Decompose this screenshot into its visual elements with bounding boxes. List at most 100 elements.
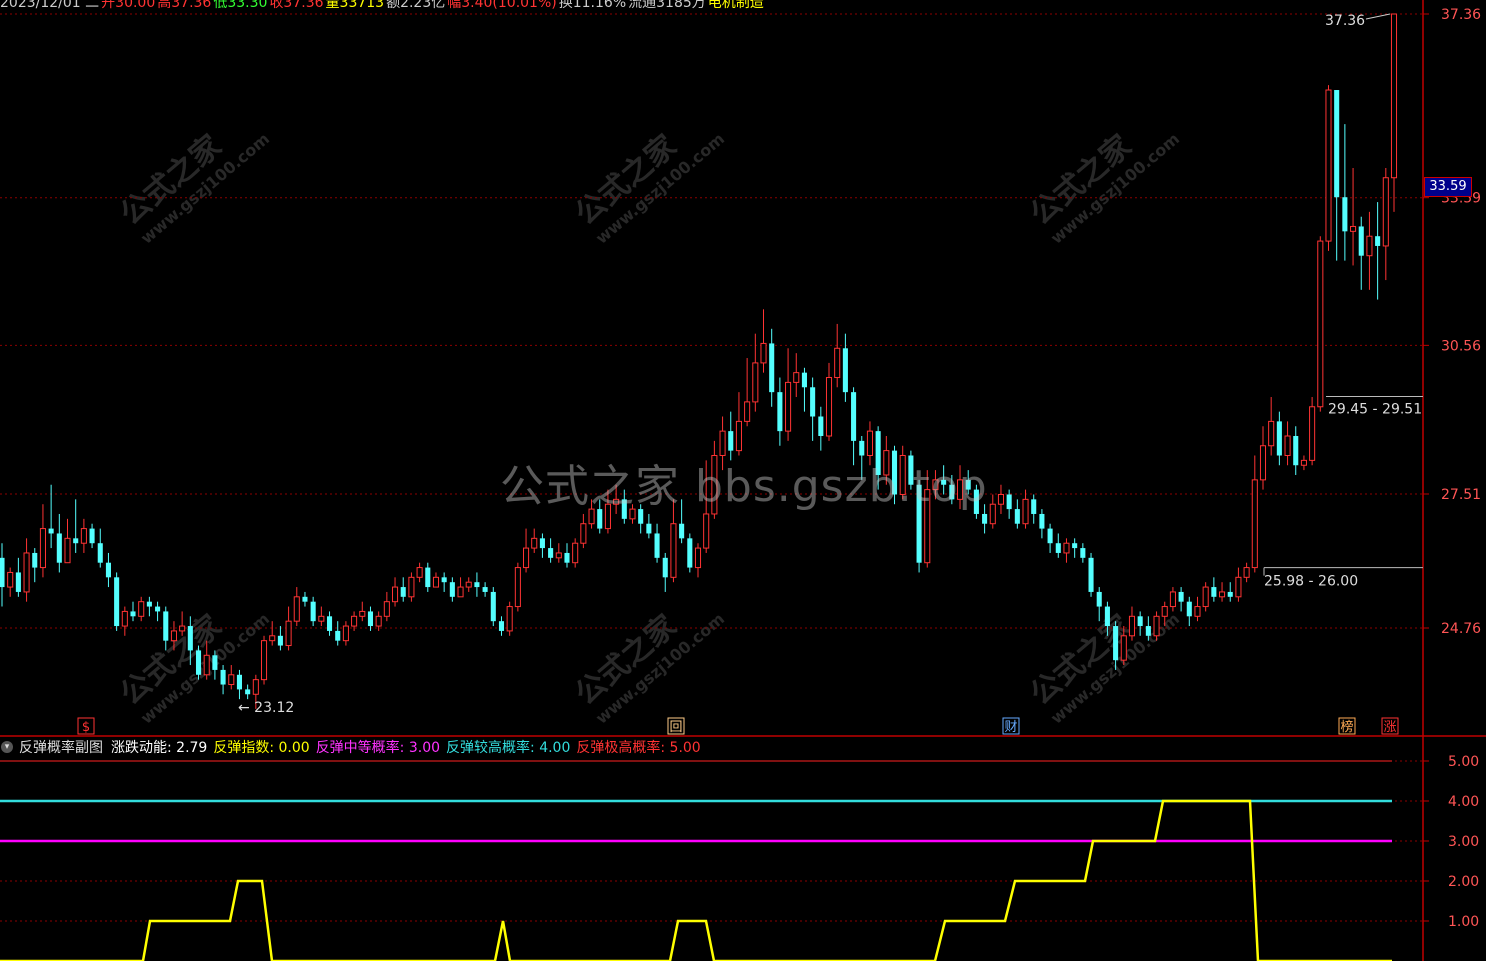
candle-body (785, 381, 792, 432)
event-marker-label: 回 (669, 720, 682, 735)
candle-body (1219, 591, 1226, 598)
candle-body (56, 533, 62, 563)
watermark-main: 公式之家 bbs.gszb.top (500, 461, 988, 512)
candle-body (1137, 616, 1143, 627)
candle-body (1211, 587, 1217, 597)
candle-body (735, 420, 742, 452)
candle-body (260, 640, 268, 681)
candle-body (367, 611, 374, 627)
price-tick-label: 30.56 (1441, 338, 1481, 354)
range-label: 29.45 - 29.51 (1328, 402, 1422, 418)
candle-body (744, 401, 751, 422)
candle-body (1072, 543, 1078, 549)
candle-body (179, 625, 186, 632)
candle-body (514, 567, 521, 608)
candle-body (728, 431, 734, 451)
candle-body (1113, 626, 1119, 661)
candle-body (1104, 606, 1110, 627)
candle-body (662, 557, 668, 578)
candle-body (703, 513, 710, 549)
candle-body (326, 616, 333, 631)
candle-body (825, 377, 833, 437)
candle-body (1128, 615, 1136, 637)
candle-body (441, 577, 447, 583)
candle-body (138, 601, 145, 617)
candle-body (1145, 626, 1151, 636)
candle-body (1227, 591, 1233, 597)
event-marker-label: 涨 (1383, 720, 1396, 735)
candle-body (752, 362, 759, 403)
candle-body (195, 650, 202, 675)
candle-body (252, 679, 259, 695)
candle-body (989, 503, 996, 525)
candle-body (1186, 601, 1192, 617)
candle-body (425, 567, 431, 588)
candle-body (1047, 528, 1053, 544)
candle-body (220, 669, 226, 685)
candle-body (1251, 479, 1258, 569)
candle-body (285, 620, 292, 647)
candle-body (760, 342, 767, 364)
candle-body (1375, 236, 1381, 246)
candle-body (163, 611, 169, 641)
collapse-icon[interactable]: ▾ (1, 741, 13, 753)
indicator-legend-item: 涨跌动能: 2.79 (111, 740, 208, 756)
candle-body (572, 542, 579, 564)
range-label: 25.98 - 26.00 (1264, 574, 1358, 590)
candle-body (121, 610, 128, 627)
candle-body (1096, 591, 1102, 607)
candle-body (1080, 548, 1086, 558)
candle-body (269, 635, 276, 642)
candle-body (1022, 498, 1029, 525)
candle-body (548, 548, 554, 558)
candle-body (400, 587, 406, 597)
indicator-tick-label: 4.00 (1448, 794, 1479, 810)
event-marker-label: $ (82, 720, 90, 735)
candle-body (670, 523, 677, 578)
candle-body (1243, 567, 1250, 578)
candle-body (1235, 576, 1242, 598)
candle-body (1366, 235, 1373, 257)
candle-body (490, 591, 496, 622)
indicator-tick-label: 5.00 (1448, 754, 1479, 770)
candle-body (482, 587, 488, 592)
indicator-tick-label: 1.00 (1448, 914, 1479, 930)
indicator-name[interactable]: 反弹概率副图 (19, 737, 103, 757)
candle-body (105, 562, 111, 578)
candle-body (212, 655, 218, 670)
candle-body (449, 582, 455, 597)
candle-body (1039, 513, 1045, 529)
candle-body (236, 674, 242, 690)
candle-body (416, 567, 423, 578)
candle-body (146, 601, 152, 607)
candle-body (0, 557, 5, 588)
candle-body (694, 547, 702, 569)
candle-body (48, 528, 54, 534)
candle-body (203, 654, 210, 676)
candle-body (432, 576, 440, 588)
candle-body (1325, 89, 1332, 242)
candle-body (523, 547, 530, 569)
candle-body (310, 601, 316, 622)
candle-body (1309, 406, 1316, 461)
candle-body (1317, 240, 1324, 408)
indicator-tick-label: 2.00 (1448, 874, 1479, 890)
candle-body (187, 626, 193, 651)
candle-body (1120, 635, 1127, 661)
candle-body (1178, 591, 1184, 602)
candle-body (1334, 90, 1340, 198)
candle-body (1006, 494, 1012, 510)
candle-body (465, 581, 472, 588)
candle-body (335, 630, 341, 641)
candle-body (1350, 225, 1357, 232)
candle-body (1161, 606, 1168, 617)
candle-body (383, 601, 390, 617)
candle-body (555, 552, 562, 559)
candle-body (1284, 435, 1291, 456)
candle-body (318, 615, 325, 622)
candle-body (777, 392, 783, 432)
candle-body (359, 610, 366, 617)
price-tick-label: 24.76 (1441, 621, 1481, 637)
candle-body (73, 538, 79, 544)
candle-body (818, 416, 824, 437)
